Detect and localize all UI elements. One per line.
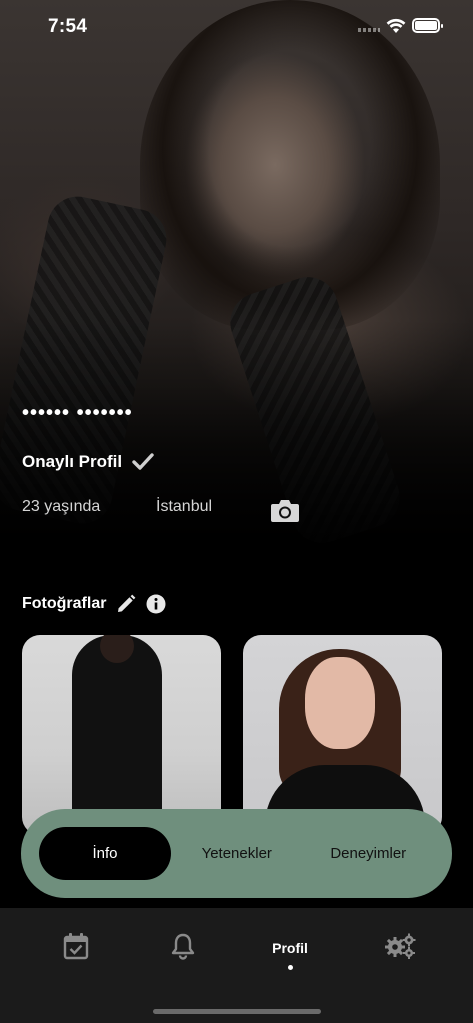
tab-settings[interactable]: [370, 932, 430, 972]
tab-notifications[interactable]: [153, 932, 213, 972]
info-icon[interactable]: [146, 594, 166, 614]
photo-thumbnail[interactable]: [22, 635, 221, 835]
segment-skills[interactable]: Yetenekler: [171, 827, 303, 880]
battery-icon: [412, 18, 443, 33]
cellular-signal-icon: [358, 28, 380, 32]
camera-icon[interactable]: [270, 497, 300, 523]
checkmark-icon: [132, 453, 154, 470]
photos-section-header: Fotoğraflar: [22, 594, 166, 614]
profile-cover-photo: [0, 0, 473, 560]
verified-badge: Onaylı Profil: [22, 452, 154, 472]
tab-calendar[interactable]: [46, 932, 106, 972]
bottom-tab-bar: Profil: [0, 908, 473, 1023]
profile-city: İstanbul: [156, 498, 213, 515]
status-bar: 7:54: [0, 0, 473, 54]
wifi-icon: [386, 18, 406, 33]
segment-experiences[interactable]: Deneyimler: [303, 827, 435, 880]
active-tab-indicator: [287, 965, 293, 970]
verified-label: Onaylı Profil: [22, 452, 123, 471]
photo-thumbnail[interactable]: [243, 635, 442, 835]
profile-name: •••••• •••••••: [22, 402, 133, 424]
profile-segmented-control: İnfo Yetenekler Deneyimler: [21, 809, 452, 898]
home-indicator: [153, 1009, 321, 1014]
tab-profile[interactable]: Profil: [260, 932, 320, 972]
calendar-check-icon: [63, 933, 89, 960]
profile-age: 23 yaşında: [22, 498, 101, 515]
tab-profile-label: Profil: [272, 940, 308, 956]
profile-screen: 7:54 •••••• ••••••• Onaylı Profil 23 yaş…: [0, 0, 473, 1023]
status-time: 7:54: [48, 16, 88, 37]
gears-icon: [385, 933, 416, 959]
pencil-icon[interactable]: [116, 594, 136, 614]
photos-title: Fotoğraflar: [22, 595, 107, 612]
segment-info[interactable]: İnfo: [39, 827, 171, 880]
bell-icon: [171, 933, 195, 960]
